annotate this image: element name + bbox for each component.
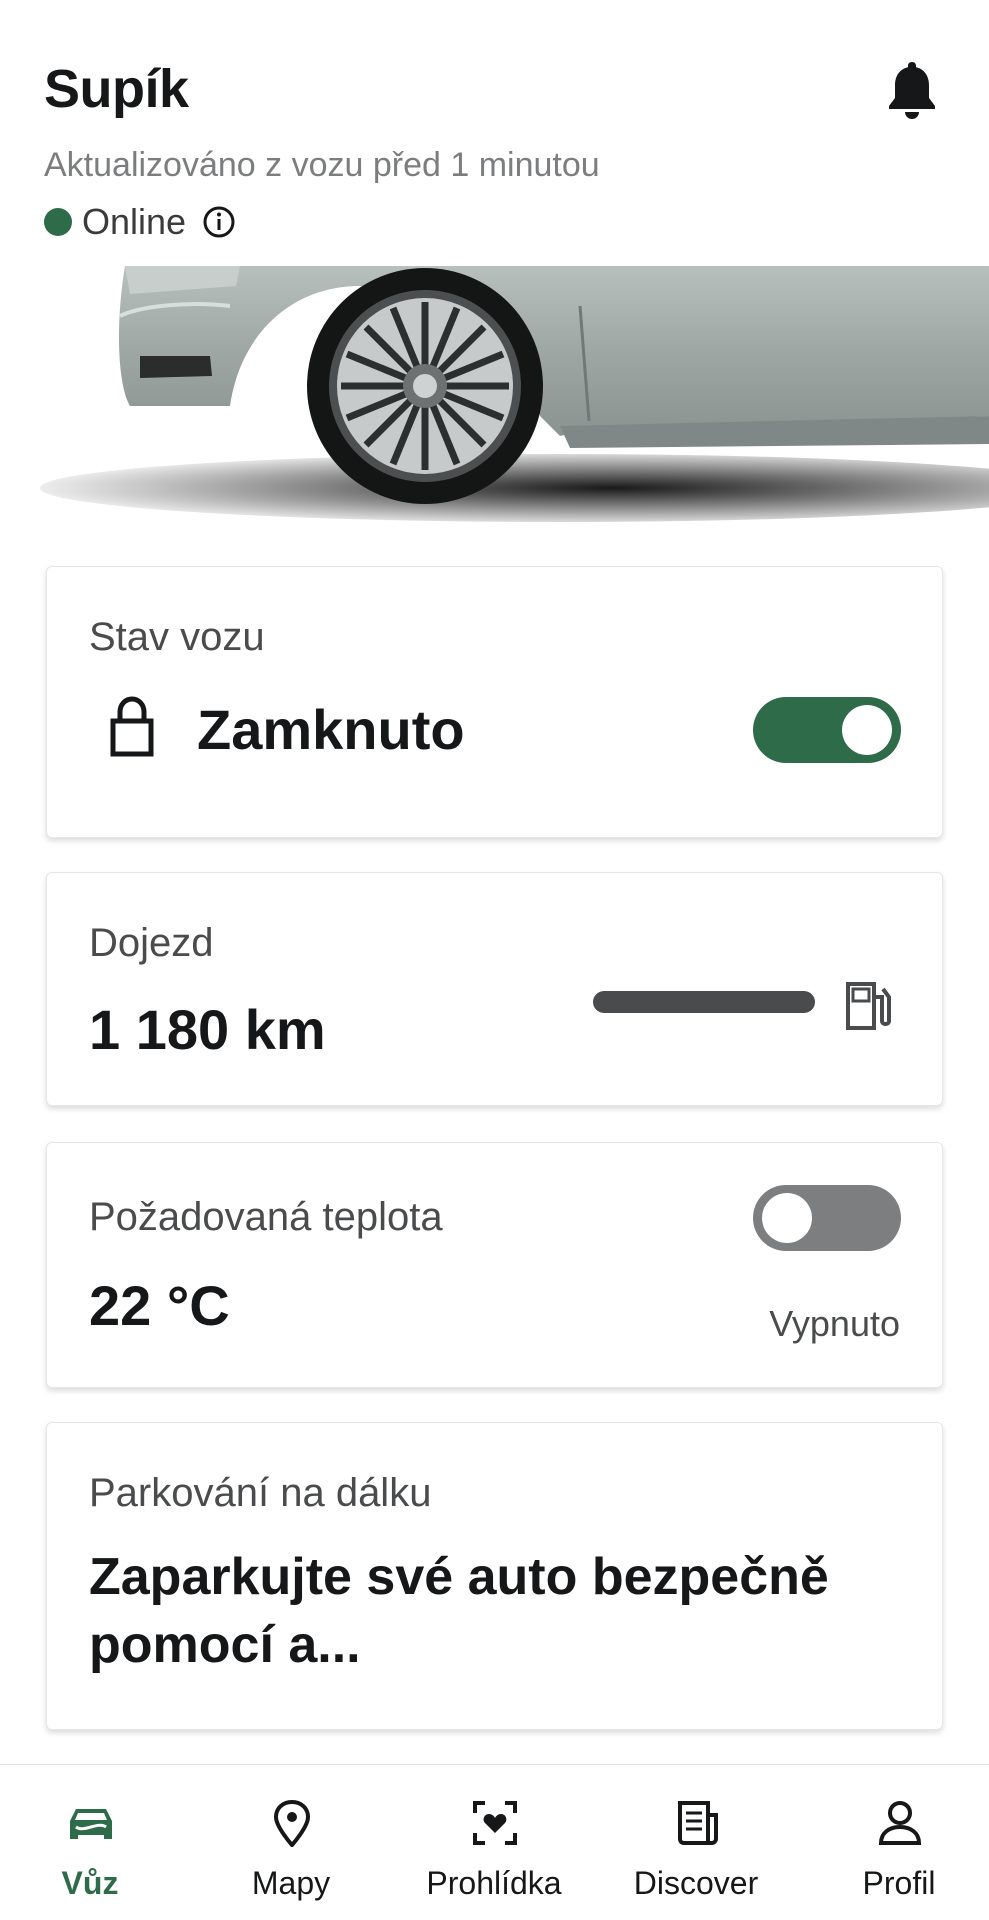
fuel-level-bar [593, 991, 815, 1013]
vehicle-state-card[interactable]: Stav vozu Zamknuto [46, 566, 943, 838]
car-image [0, 266, 989, 536]
lock-toggle[interactable] [753, 697, 901, 763]
nav-label: Vůz [61, 1865, 119, 1901]
toggle-knob [842, 705, 892, 755]
remote-parking-label: Parkování na dálku [89, 1471, 432, 1515]
climate-toggle[interactable] [753, 1185, 901, 1251]
nav-label: Profil [862, 1865, 936, 1901]
toggle-knob [762, 1193, 812, 1243]
remote-parking-description: Zaparkujte své auto bezpečně pomocí a... [89, 1548, 829, 1674]
nav-item-discover[interactable]: Discover [606, 1765, 786, 1920]
nav-item-inspection[interactable]: Prohlídka [404, 1765, 584, 1920]
nav-label: Discover [633, 1865, 759, 1901]
temperature-label: Požadovaná teplota [89, 1195, 443, 1239]
map-pin-icon [273, 1799, 311, 1847]
nav-item-maps[interactable]: Mapy [201, 1765, 381, 1920]
temperature-card[interactable]: Požadovaná teplota 22 °C Vypnuto [46, 1142, 943, 1388]
range-card[interactable]: Dojezd 1 180 km [46, 872, 943, 1106]
bottom-navigation: Vůz Mapy Prohlídka Discover Profil [0, 1764, 989, 1920]
car-name-title: Supík [44, 59, 189, 119]
nav-item-profile[interactable]: Profil [809, 1765, 989, 1920]
inspection-icon [473, 1801, 517, 1845]
lock-status-value: Zamknuto [197, 698, 465, 761]
climate-status: Vypnuto [769, 1303, 900, 1344]
nav-label: Prohlídka [426, 1865, 562, 1901]
news-icon [678, 1801, 718, 1845]
online-status-label: Online [82, 201, 187, 242]
range-value: 1 180 km [89, 998, 326, 1061]
car-icon [70, 1809, 112, 1839]
online-dot [44, 208, 72, 236]
profile-icon [878, 1801, 922, 1845]
bell-icon[interactable] [884, 58, 940, 120]
lock-icon [110, 696, 154, 757]
info-icon[interactable] [202, 205, 236, 239]
temperature-value: 22 °C [89, 1274, 230, 1337]
remote-parking-card[interactable]: Parkování na dálku Zaparkujte své auto b… [46, 1422, 943, 1730]
nav-label: Mapy [251, 1865, 331, 1901]
online-status: Online [44, 201, 236, 242]
fuel-pump-icon [846, 982, 891, 1030]
range-label: Dojezd [89, 921, 214, 965]
nav-item-car[interactable]: Vůz [0, 1765, 180, 1920]
last-updated-text: Aktualizováno z vozu před 1 minutou [44, 146, 600, 184]
vehicle-state-label: Stav vozu [89, 615, 265, 659]
header: Supík Aktualizováno z vozu před 1 minuto… [0, 0, 989, 270]
